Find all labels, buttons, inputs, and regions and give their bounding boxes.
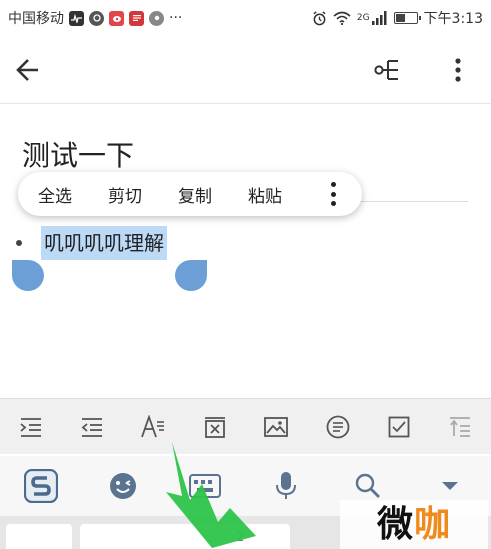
more-notifications-dots: ··· (169, 10, 183, 26)
android-icon (89, 10, 104, 26)
selection-handle-start[interactable] (12, 260, 44, 291)
selected-bullet-text[interactable]: 叽叽叽叽理解 (41, 226, 167, 260)
alarm-icon (313, 10, 326, 25)
collapse-icon (442, 482, 459, 490)
menu-paste[interactable]: 粘贴 (228, 182, 298, 207)
text-style-icon (141, 414, 165, 437)
tutorial-arrow-overlay (166, 442, 256, 548)
menu-cut[interactable]: 剪切 (88, 182, 158, 207)
note-editor-screen: 中国移动 ··· 2G 下午3:13 测试一下 叽叽叽叽理解 全选 剪切 复制 … (0, 0, 491, 549)
back-button[interactable] (10, 52, 46, 88)
carrier-label: 中国移动 (8, 11, 64, 27)
align-icon (450, 416, 471, 437)
status-bar: 中国移动 ··· 2G 下午3:13 (0, 0, 491, 36)
battery-level (395, 14, 406, 22)
text-context-menu: 全选 剪切 复制 粘贴 (18, 172, 362, 216)
keyboard-key[interactable] (6, 524, 72, 549)
sogou-logo-icon (23, 469, 58, 503)
network-type-label: 2G (356, 13, 370, 23)
checkbox-button[interactable] (368, 399, 429, 455)
weibo-icon (109, 10, 124, 26)
image-icon (264, 416, 289, 437)
signal-icon (371, 11, 387, 25)
sogou-logo-button[interactable] (0, 456, 82, 516)
app-icon (149, 10, 164, 26)
watermark-text-accent: 咖 (414, 504, 452, 545)
checkbox-icon (388, 416, 410, 437)
watermark-text-main: 微 (376, 504, 414, 545)
more-options-button[interactable] (440, 52, 476, 88)
note-title[interactable]: 测试一下 (22, 134, 134, 174)
news-icon (129, 10, 144, 26)
search-icon (356, 473, 381, 498)
arrow-left-icon (16, 59, 38, 81)
outdent-button[interactable] (61, 399, 122, 455)
align-button[interactable] (430, 399, 491, 455)
selection-handle-end[interactable] (175, 260, 207, 291)
activity-icon (69, 10, 84, 26)
list-button[interactable] (307, 399, 368, 455)
battery-icon (393, 12, 421, 24)
clear-format-icon (204, 416, 225, 438)
clock-label: 下午3:13 (423, 11, 483, 27)
watermark-logo: 微咖 (340, 500, 488, 549)
menu-copy[interactable]: 复制 (158, 182, 228, 207)
status-right: 2G 下午3:13 (312, 8, 483, 28)
indent-icon (20, 417, 41, 437)
share-tree-icon (374, 60, 398, 80)
outdent-icon (81, 417, 103, 437)
microphone-icon (276, 472, 297, 499)
wifi-icon (333, 11, 351, 25)
structure-button[interactable] (370, 52, 406, 88)
app-bar (0, 36, 491, 104)
menu-more-icon[interactable] (328, 182, 338, 206)
more-vertical-icon (455, 58, 461, 82)
emoji-icon (109, 473, 136, 499)
menu-select-all[interactable]: 全选 (18, 182, 88, 207)
emoji-button[interactable] (82, 456, 164, 516)
bullet-point (16, 240, 22, 246)
list-icon (326, 415, 349, 438)
status-left: 中国移动 ··· (8, 8, 182, 28)
indent-button[interactable] (0, 399, 61, 455)
